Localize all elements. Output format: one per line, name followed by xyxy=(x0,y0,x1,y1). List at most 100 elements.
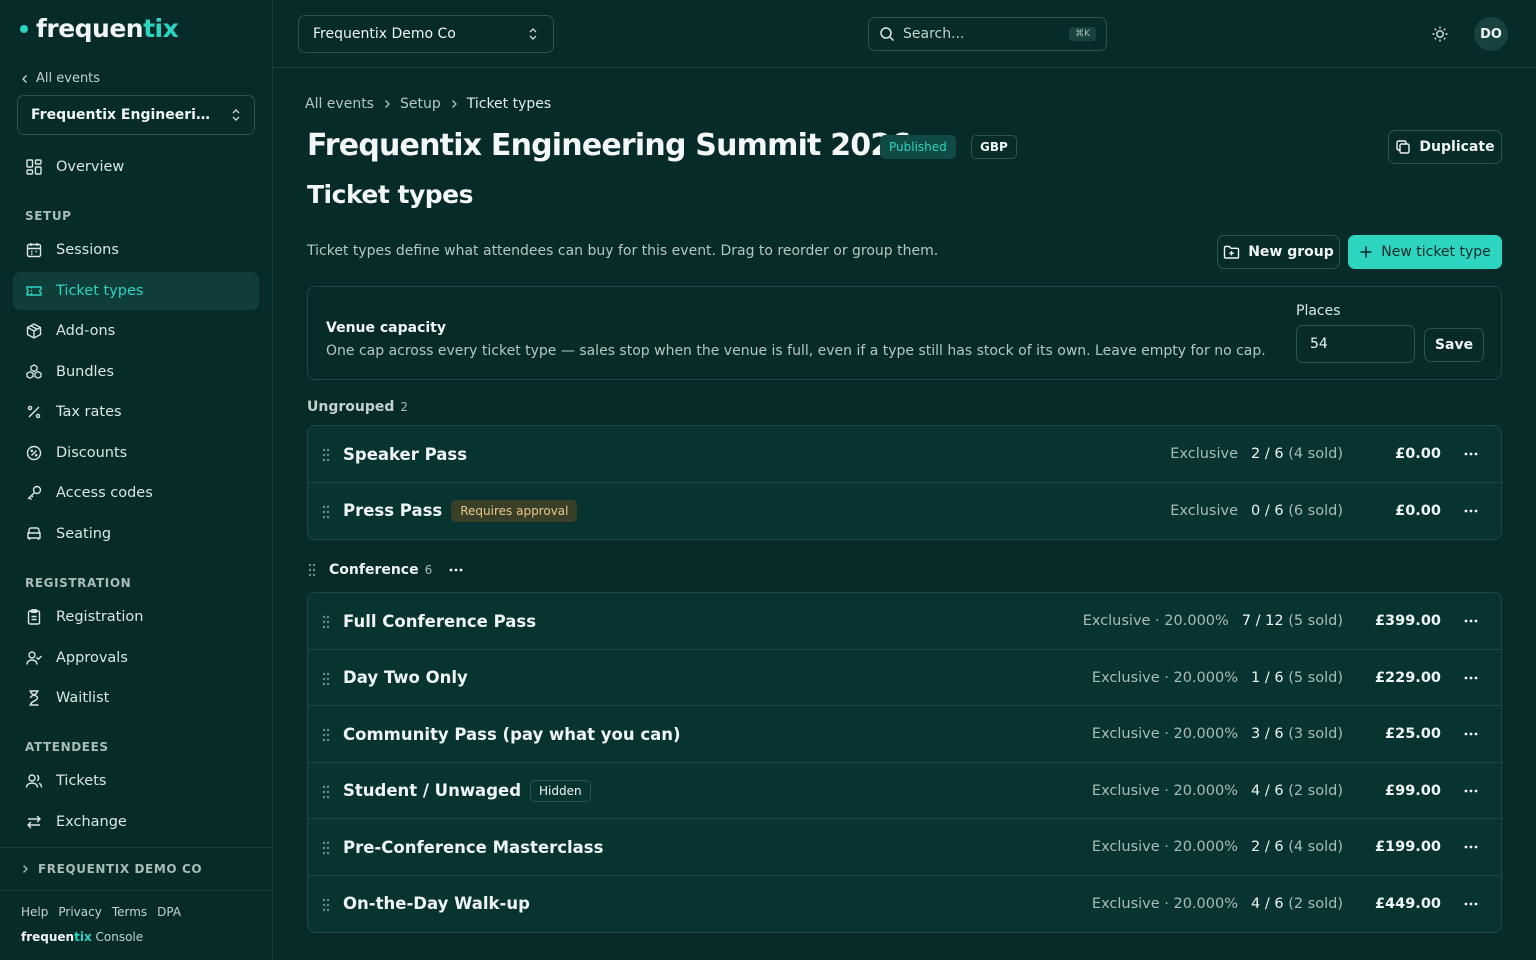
chevron-right-icon xyxy=(23,865,28,873)
sidebar-item-tickets[interactable]: Tickets xyxy=(13,762,259,800)
sidebar-item-add-ons[interactable]: Add-ons xyxy=(13,312,259,350)
folder-plus-icon xyxy=(1224,245,1240,259)
organization-selector[interactable]: Frequentix Demo Co xyxy=(298,15,554,53)
grid-icon xyxy=(26,159,42,175)
key-icon xyxy=(27,485,42,500)
ticket-stock: 4 / 6 (2 sold) xyxy=(1251,895,1343,912)
ticket-kind: Exclusive · 20.000% xyxy=(1091,839,1239,855)
ticket-stock: 3 / 6 (3 sold) xyxy=(1251,726,1343,742)
org-switcher[interactable]: FREQUENTIX DEMO CO xyxy=(0,847,272,891)
arrows-exchange-icon xyxy=(27,815,41,829)
top-bar: Frequentix Demo Co Search... ⌘K DO xyxy=(273,0,1536,68)
sidebar-item-exchange[interactable]: Exchange xyxy=(13,803,259,841)
brand-logo[interactable]: frequentix xyxy=(20,14,179,43)
footer-links: Help Privacy Terms DPA xyxy=(21,905,181,919)
footer-link-terms[interactable]: Terms xyxy=(112,905,147,919)
venue-capacity-description: One cap across every ticket type — sales… xyxy=(326,343,1266,359)
currency-badge: GBP xyxy=(971,135,1017,159)
sidebar-item-seating[interactable]: Seating xyxy=(13,515,259,553)
more-horizontal-icon[interactable] xyxy=(1463,898,1479,910)
section-label-attendees: ATTENDEES xyxy=(25,740,109,754)
footer-link-help[interactable]: Help xyxy=(21,905,48,919)
drag-handle-icon[interactable] xyxy=(307,562,317,578)
sidebar-item-access-codes[interactable]: Access codes xyxy=(13,474,259,512)
ticket-row[interactable]: Student / Unwaged Hidden Exclusive · 20.… xyxy=(308,763,1501,819)
drag-handle-icon[interactable] xyxy=(321,504,331,520)
ticket-kind: Exclusive xyxy=(1170,446,1239,462)
theme-toggle-button[interactable] xyxy=(1430,24,1450,44)
breadcrumb-all-events[interactable]: All events xyxy=(305,96,374,112)
back-to-events-link[interactable]: All events xyxy=(20,71,100,86)
page-title: Ticket types xyxy=(307,180,474,209)
ticket-list-ungrouped: Speaker Pass Exclusive 2 / 6 (4 sold) £0… xyxy=(307,425,1502,540)
ticket-kind: Exclusive · 20.000% xyxy=(1091,726,1239,742)
ticket-row[interactable]: Press Pass Requires approval Exclusive 0… xyxy=(308,483,1501,540)
event-title: Frequentix Engineering Summit 2026 xyxy=(307,128,911,163)
group-count: 2 xyxy=(400,400,409,414)
ticket-row[interactable]: On-the-Day Walk-up Exclusive · 20.000% 4… xyxy=(308,876,1501,933)
ticket-kind: Exclusive · 20.000% xyxy=(1082,613,1229,629)
sidebar-item-sessions[interactable]: Sessions xyxy=(13,231,259,269)
group-header-conference[interactable]: Conference 6 xyxy=(307,562,464,578)
more-horizontal-icon[interactable] xyxy=(1463,448,1479,460)
footer-link-dpa[interactable]: DPA xyxy=(157,905,181,919)
sidebar-item-overview[interactable]: Overview xyxy=(13,148,259,186)
ticket-row[interactable]: Community Pass (pay what you can) Exclus… xyxy=(308,706,1501,763)
drag-handle-icon[interactable] xyxy=(321,614,331,630)
ticket-price: £0.00 xyxy=(1395,446,1441,462)
new-ticket-type-button[interactable]: New ticket type xyxy=(1348,235,1502,269)
user-avatar[interactable]: DO xyxy=(1474,17,1508,51)
new-group-button[interactable]: New group xyxy=(1217,235,1340,269)
more-horizontal-icon[interactable] xyxy=(1463,615,1479,627)
drag-handle-icon[interactable] xyxy=(321,727,331,743)
ticket-stock: 2 / 6 (4 sold) xyxy=(1251,446,1343,462)
sidebar-item-waitlist[interactable]: Waitlist xyxy=(13,679,259,717)
sidebar-item-approvals[interactable]: Approvals xyxy=(13,639,259,677)
ticket-price: £229.00 xyxy=(1374,669,1441,686)
drag-handle-icon[interactable] xyxy=(321,447,331,463)
save-capacity-button[interactable]: Save xyxy=(1424,328,1484,362)
ticket-price: £399.00 xyxy=(1374,613,1441,629)
sidebar-item-bundles[interactable]: Bundles xyxy=(13,353,259,391)
sidebar-item-tax-rates[interactable]: Tax rates xyxy=(13,393,259,431)
drag-handle-icon[interactable] xyxy=(321,840,331,856)
breadcrumb-ticket-types: Ticket types xyxy=(466,96,552,112)
copy-icon xyxy=(1396,140,1411,154)
more-horizontal-icon[interactable] xyxy=(448,562,464,578)
search-input[interactable]: Search... ⌘K xyxy=(868,17,1107,51)
more-horizontal-icon[interactable] xyxy=(1463,672,1479,684)
more-horizontal-icon[interactable] xyxy=(1463,785,1479,797)
places-input[interactable] xyxy=(1296,325,1415,363)
places-label: Places xyxy=(1296,303,1341,319)
drag-handle-icon[interactable] xyxy=(321,784,331,800)
ticket-row[interactable]: Speaker Pass Exclusive 2 / 6 (4 sold) £0… xyxy=(308,426,1501,483)
ticket-row[interactable]: Pre-Conference Masterclass Exclusive · 2… xyxy=(308,819,1501,876)
drag-handle-icon[interactable] xyxy=(321,897,331,913)
duplicate-button[interactable]: Duplicate xyxy=(1388,130,1502,164)
ticket-name: Community Pass (pay what you can) xyxy=(343,724,681,744)
more-horizontal-icon[interactable] xyxy=(1463,728,1479,740)
badge-percent-icon xyxy=(26,445,42,461)
ticket-row[interactable]: Full Conference Pass Exclusive · 20.000%… xyxy=(308,593,1501,650)
calendar-icon xyxy=(26,243,42,258)
ticket-row[interactable]: Day Two Only Exclusive · 20.000% 1 / 6 (… xyxy=(308,650,1501,706)
event-selector[interactable]: Frequentix Engineering Summit 2026 xyxy=(17,95,255,135)
drag-handle-icon[interactable] xyxy=(321,671,331,687)
more-horizontal-icon[interactable] xyxy=(1463,841,1479,853)
chevron-right-icon xyxy=(385,100,390,108)
more-horizontal-icon[interactable] xyxy=(1463,505,1479,517)
sidebar-item-discounts[interactable]: Discounts xyxy=(13,434,259,472)
chevron-right-icon xyxy=(451,100,457,108)
status-badge: Published xyxy=(880,135,956,159)
hidden-badge: Hidden xyxy=(530,779,591,802)
breadcrumb-setup[interactable]: Setup xyxy=(400,96,441,112)
package-icon xyxy=(26,323,42,339)
boxes-icon xyxy=(26,364,42,379)
ticket-kind: Exclusive · 20.000% xyxy=(1091,895,1239,912)
footer-link-privacy[interactable]: Privacy xyxy=(58,905,101,919)
sidebar-item-ticket-types[interactable]: Ticket types xyxy=(13,272,259,310)
sidebar-item-registration[interactable]: Registration xyxy=(13,598,259,636)
footer-brand: frequentix Console xyxy=(21,930,144,944)
group-header-ungrouped: Ungrouped 2 xyxy=(307,399,409,415)
ticket-price: £99.00 xyxy=(1385,782,1441,799)
